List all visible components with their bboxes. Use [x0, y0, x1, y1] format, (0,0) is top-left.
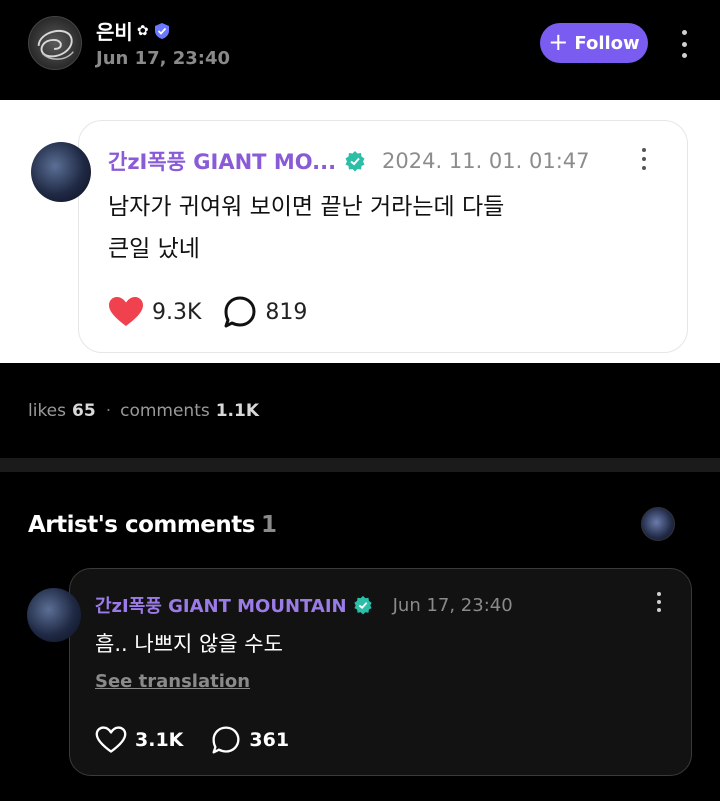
artist-comments-title: Artist's comments 1	[28, 512, 277, 538]
artist-comment-author[interactable]: 간zI폭풍 GIANT MOUNTAIN	[95, 592, 347, 618]
poster-name[interactable]: 은비 ✿	[96, 16, 171, 45]
post-counts: likes 65 · comments 1.1K	[28, 401, 259, 421]
quoted-text-line-2: 큰일 났네	[108, 236, 200, 262]
artist-comment-stats: 3.1K 361	[95, 725, 289, 755]
artist-comment-likes: 3.1K	[135, 729, 184, 751]
more-options-icon[interactable]	[672, 30, 696, 58]
quoted-post-area: 간zI폭풍 GIANT MO... 2024. 11. 01. 01:47 남자…	[0, 100, 720, 363]
artist-comment-header: 간zI폭풍 GIANT MOUNTAIN Jun 17, 23:40	[95, 592, 513, 618]
flower-icon: ✿	[136, 22, 149, 39]
avatar-doodle-icon	[37, 29, 74, 60]
comments-label[interactable]: comments	[120, 401, 210, 421]
artist-comment-replies: 361	[249, 729, 290, 751]
heart-outline-icon[interactable]	[95, 725, 127, 755]
artist-avatar-small[interactable]	[641, 507, 675, 541]
comments-value[interactable]: 1.1K	[216, 401, 259, 421]
quoted-author-name[interactable]: 간zI폭풍 GIANT MO...	[108, 146, 336, 176]
likes-value[interactable]: 65	[72, 401, 96, 421]
artist-comments-count: 1	[260, 512, 277, 538]
artist-comment-date: Jun 17, 23:40	[392, 594, 513, 616]
post-header: 은비 ✿ Jun 17, 23:40 + Follow	[0, 0, 720, 100]
poster-avatar[interactable]	[28, 16, 82, 70]
quoted-likes-count: 9.3K	[152, 299, 202, 325]
plus-icon: +	[548, 28, 569, 56]
comment-icon[interactable]	[223, 295, 257, 329]
counts-separator: ·	[105, 401, 112, 421]
comment-more-icon[interactable]	[655, 592, 663, 612]
quoted-comments-count: 819	[265, 299, 308, 325]
artist-comment-text: 흠.. 나쁘지 않을 수도	[95, 632, 283, 656]
quoted-author-avatar[interactable]	[31, 142, 91, 202]
verified-icon	[353, 595, 372, 615]
poster-name-text: 은비	[96, 20, 133, 44]
artist-comment-avatar[interactable]	[27, 588, 81, 642]
post-timestamp: Jun 17, 23:40	[96, 48, 231, 69]
artist-comments-title-text: Artist's comments	[28, 512, 255, 538]
follow-button[interactable]: + Follow	[540, 23, 648, 63]
likes-label[interactable]: likes	[28, 401, 66, 421]
quoted-post-header: 간zI폭풍 GIANT MO... 2024. 11. 01. 01:47	[108, 146, 590, 176]
section-divider	[0, 458, 720, 472]
heart-filled-icon[interactable]	[108, 296, 144, 328]
reply-icon[interactable]	[211, 725, 241, 755]
quoted-post-stats: 9.3K 819	[108, 295, 307, 329]
quoted-post-date: 2024. 11. 01. 01:47	[382, 149, 590, 173]
quoted-post-text: 남자가 귀여워 보이면 끝난 거라는데 다들 큰일 났네	[108, 186, 608, 270]
quoted-more-icon[interactable]	[640, 148, 648, 170]
quoted-text-line-1: 남자가 귀여워 보이면 끝난 거라는데 다들	[108, 194, 505, 220]
membership-badge-icon	[154, 22, 169, 39]
follow-label: Follow	[574, 32, 640, 54]
verified-icon	[345, 151, 365, 172]
see-translation-link[interactable]: See translation	[95, 671, 250, 692]
